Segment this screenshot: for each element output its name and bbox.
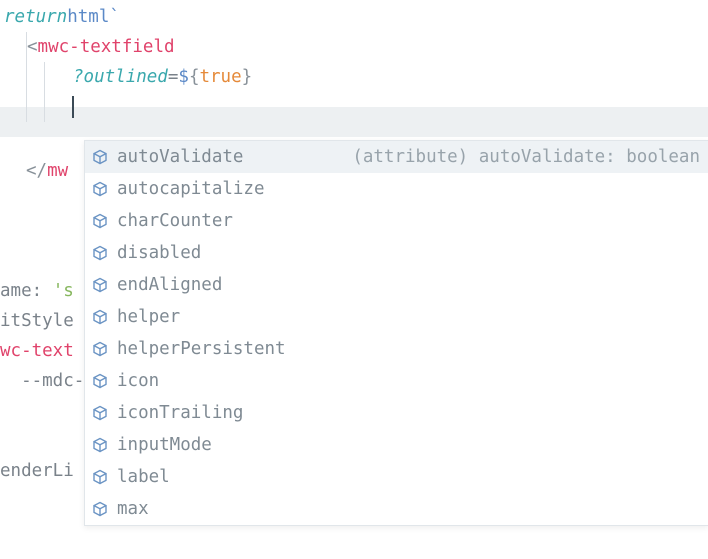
suggest-label: helper xyxy=(117,302,180,332)
frag-text: enderLi xyxy=(0,456,74,486)
suggest-item[interactable]: label xyxy=(85,461,708,493)
suggest-item[interactable]: disabled xyxy=(85,237,708,269)
suggest-item[interactable]: endAligned xyxy=(85,269,708,301)
backtick: ` xyxy=(109,2,120,32)
suggest-detail: (attribute) autoValidate: boolean xyxy=(352,142,700,172)
suggest-item[interactable]: icon xyxy=(85,365,708,397)
suggest-item[interactable]: iconTrailing xyxy=(85,397,708,429)
suggest-item[interactable]: autoValidate (attribute) autoValidate: bo… xyxy=(85,141,708,173)
close-open: </ xyxy=(26,156,47,186)
brace-close: } xyxy=(242,62,253,92)
property-icon xyxy=(91,212,109,230)
bool-true: true xyxy=(199,62,241,92)
frag-text: ame: xyxy=(0,276,53,306)
equals: = xyxy=(168,62,179,92)
suggest-label: charCounter xyxy=(117,206,233,236)
suggest-item[interactable]: charCounter xyxy=(85,205,708,237)
suggest-label: autocapitalize xyxy=(117,174,265,204)
suggest-label: autoValidate xyxy=(117,142,243,172)
suggest-label: label xyxy=(117,462,170,492)
text-cursor xyxy=(72,96,74,118)
suggest-label: icon xyxy=(117,366,159,396)
property-icon xyxy=(91,436,109,454)
angle-open: < xyxy=(27,32,38,62)
property-icon xyxy=(91,340,109,358)
suggest-label: iconTrailing xyxy=(117,398,243,428)
suggest-item[interactable]: autocapitalize xyxy=(85,173,708,205)
expr-open: $ xyxy=(178,62,189,92)
code-line: return html` xyxy=(0,2,708,32)
string-frag: 's xyxy=(53,276,74,306)
suggest-item[interactable]: inputMode xyxy=(85,429,708,461)
suggest-label: endAligned xyxy=(117,270,222,300)
frag-text: itStyle xyxy=(0,306,74,336)
suggest-label: max xyxy=(117,494,149,524)
property-icon xyxy=(91,276,109,294)
suggest-label: disabled xyxy=(117,238,201,268)
keyword-return: return xyxy=(4,2,67,32)
property-icon xyxy=(91,404,109,422)
frag-text: wc-text xyxy=(0,336,74,366)
code-line: ?outlined=${true} xyxy=(0,62,708,92)
suggest-item[interactable]: helper xyxy=(85,301,708,333)
suggest-label: inputMode xyxy=(117,430,212,460)
close-tag-partial: mw xyxy=(47,156,68,186)
cursor-line[interactable] xyxy=(0,92,708,122)
property-icon xyxy=(91,468,109,486)
frag-text: --mdc- xyxy=(0,366,84,396)
autocomplete-popup[interactable]: autoValidate (attribute) autoValidate: bo… xyxy=(84,140,708,526)
property-icon xyxy=(91,308,109,326)
suggest-item[interactable]: helperPersistent xyxy=(85,333,708,365)
property-icon xyxy=(91,500,109,518)
property-icon xyxy=(91,244,109,262)
attr-prefix: ? xyxy=(73,62,84,92)
suggest-label: helperPersistent xyxy=(117,334,286,364)
tag-name: mwc-textfield xyxy=(38,32,175,62)
code-line: <mwc-textfield xyxy=(0,32,708,62)
fn-html: html xyxy=(67,2,109,32)
attr-name: outlined xyxy=(84,62,168,92)
property-icon xyxy=(91,148,109,166)
property-icon xyxy=(91,180,109,198)
brace-open: { xyxy=(189,62,200,92)
property-icon xyxy=(91,372,109,390)
suggest-item[interactable]: max xyxy=(85,493,708,525)
